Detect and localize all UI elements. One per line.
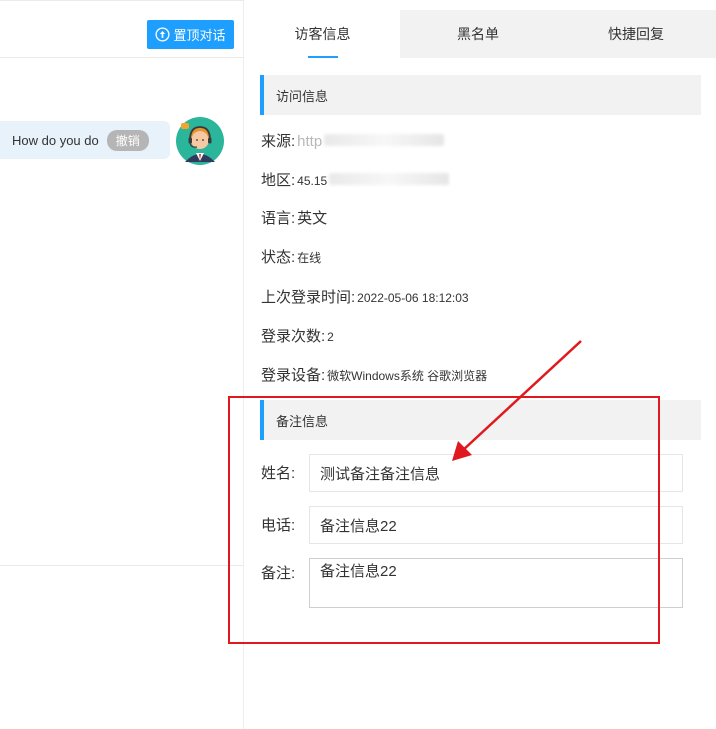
login-count-label: 登录次数:: [261, 328, 326, 345]
chat-message: How do you do 撤销: [0, 121, 170, 159]
status-value: 在线: [297, 251, 322, 265]
region-label: 地区:: [261, 172, 296, 189]
note-info-header: 备注信息: [260, 400, 701, 440]
name-label: 姓名:: [261, 465, 296, 482]
language-value: 英文: [297, 210, 328, 227]
login-count-row: 登录次数: 2: [261, 325, 334, 345]
device-row: 登录设备: 微软Windows系统 谷歌浏览器: [261, 364, 487, 384]
visitor-info-panel: 访客信息 黑名单 快捷回复 访问信息 来源: http 地区: 45.15 语言…: [245, 0, 716, 729]
visit-info-header: 访问信息: [260, 75, 701, 115]
arrow-up-circle-icon: [155, 27, 171, 42]
region-value: 45.15: [297, 174, 328, 188]
pin-conversation-label: 置顶对话: [173, 28, 226, 43]
chat-input-divider: [0, 565, 244, 566]
agent-avatar-icon: [176, 117, 224, 165]
tab-visitor-info[interactable]: 访客信息: [245, 10, 400, 58]
name-input[interactable]: [309, 454, 683, 492]
remark-label: 备注:: [261, 565, 296, 582]
source-value: http: [297, 133, 323, 150]
message-text: How do you do: [12, 132, 99, 148]
last-login-label: 上次登录时间:: [261, 289, 356, 306]
status-label: 状态:: [261, 249, 296, 266]
region-row: 地区: 45.15: [261, 169, 450, 189]
info-tabs: 访客信息 黑名单 快捷回复: [245, 10, 716, 58]
login-count-value: 2: [327, 330, 334, 344]
language-row: 语言: 英文: [261, 207, 327, 227]
device-value: 微软Windows系统 谷歌浏览器: [327, 369, 488, 383]
phone-label: 电话:: [261, 517, 296, 534]
last-login-value: 2022-05-06 18:12:03: [357, 291, 469, 305]
device-label: 登录设备:: [261, 367, 326, 384]
redacted-source: [324, 134, 445, 146]
tab-quick-reply[interactable]: 快捷回复: [556, 10, 716, 58]
source-label: 来源:: [261, 133, 296, 150]
last-login-row: 上次登录时间: 2022-05-06 18:12:03: [261, 286, 469, 306]
pin-conversation-button[interactable]: 置顶对话: [147, 20, 234, 49]
remark-textarea[interactable]: 备注信息22: [309, 558, 683, 608]
status-row: 状态: 在线: [261, 246, 321, 266]
language-label: 语言:: [261, 210, 296, 227]
source-row: 来源: http: [261, 130, 445, 150]
chat-panel: 置顶对话 How do you do 撤销: [0, 0, 244, 729]
revoke-button[interactable]: 撤销: [106, 129, 149, 151]
redacted-region: [329, 173, 450, 185]
tab-blacklist[interactable]: 黑名单: [400, 10, 556, 58]
chat-toolbar: 置顶对话: [0, 0, 244, 58]
phone-input[interactable]: [309, 506, 683, 544]
